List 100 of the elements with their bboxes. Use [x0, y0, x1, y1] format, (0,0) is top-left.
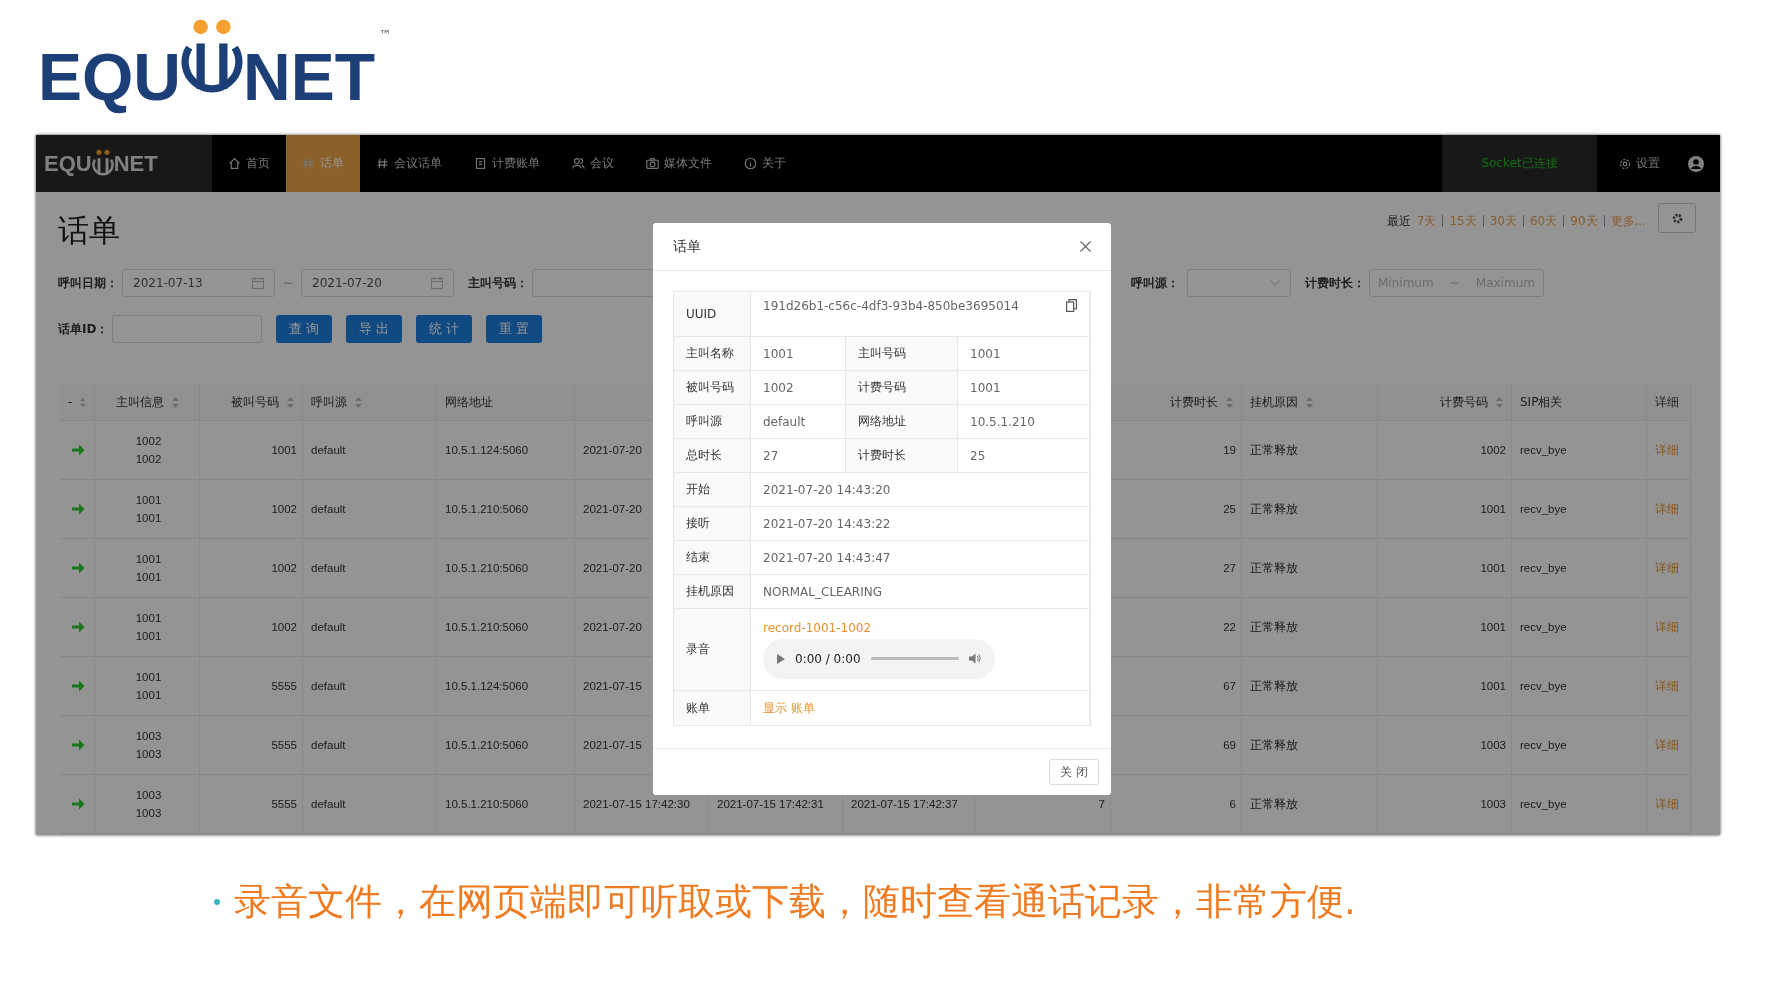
settings-button[interactable]: 设置 — [1597, 135, 1682, 192]
calendar-icon — [252, 277, 264, 289]
seek-bar[interactable] — [870, 657, 959, 660]
table-cell: 1002 — [1378, 421, 1512, 480]
logo-text: EQU — [44, 150, 92, 177]
sort-icon[interactable] — [171, 396, 179, 408]
detail-link[interactable]: 详细 — [1655, 796, 1679, 812]
field-label: 结束 — [674, 541, 751, 575]
table-cell: 10.5.1.210:5060 — [437, 480, 575, 539]
column-header[interactable]: - — [60, 384, 95, 421]
select-field[interactable] — [1187, 269, 1291, 297]
sort-icon[interactable] — [1496, 396, 1503, 408]
detail-link[interactable]: 详细 — [1655, 501, 1679, 517]
detail-link[interactable]: 详细 — [1655, 678, 1679, 694]
settings-icon — [1619, 157, 1631, 170]
field-label: 主叫号码 — [846, 337, 958, 371]
table-cell: 1001 — [200, 421, 303, 480]
range-link[interactable]: 30天 — [1489, 212, 1517, 230]
caller-name: 1002 — [135, 434, 162, 449]
caller-name: 1001 — [135, 611, 162, 626]
detail-link[interactable]: 详细 — [1655, 442, 1679, 458]
nav-tab[interactable]: 计费账单 — [458, 135, 556, 192]
range-link[interactable]: 60天 — [1530, 212, 1558, 230]
field-value: 2021-07-20 14:43:20 — [751, 473, 1090, 507]
volume-icon[interactable] — [968, 653, 981, 664]
table-cell: default — [303, 775, 437, 834]
column-header[interactable]: 呼叫源 — [303, 384, 437, 421]
table-cell: default — [303, 657, 437, 716]
detail-link[interactable]: 详细 — [1655, 619, 1679, 635]
caller-number: 1003 — [135, 747, 162, 762]
date-field[interactable]: 2021-07-13 — [122, 269, 275, 297]
field-label: 主叫名称 — [674, 337, 751, 371]
field-value: NORMAL_CLEARING — [751, 575, 1090, 609]
table-cell: 10.5.1.210:5060 — [437, 716, 575, 775]
people-icon — [572, 157, 585, 170]
sort-icon[interactable] — [355, 396, 362, 408]
sort-icon[interactable] — [287, 396, 294, 408]
range-label: 最近 — [1386, 212, 1411, 230]
table-cell: default — [303, 539, 437, 598]
table-cell: 1003 — [1378, 716, 1512, 775]
column-header[interactable]: 被叫号码 — [200, 384, 303, 421]
settings-button[interactable] — [1658, 203, 1696, 233]
audio-player[interactable]: 0:00 / 0:00 — [763, 638, 995, 679]
table-cell: 正常释放 — [1242, 480, 1378, 539]
info-icon — [744, 157, 757, 170]
date-value: 2021-07-13 — [133, 276, 203, 290]
range-link[interactable]: 更多... — [1610, 212, 1646, 230]
nav-tab[interactable]: 媒体文件 — [630, 135, 728, 192]
column-label: 计费时长 — [1170, 393, 1218, 411]
nav-tab[interactable]: 话单 — [286, 135, 360, 192]
nav-tab[interactable]: 关于 — [728, 135, 802, 192]
nav-tab[interactable]: 会议话单 — [360, 135, 458, 192]
recording-link[interactable]: record-1001-1002 — [763, 620, 872, 635]
copy-icon[interactable] — [1066, 299, 1077, 312]
column-header[interactable]: 挂机原因 — [1242, 384, 1378, 421]
sort-icon[interactable] — [1306, 396, 1313, 408]
filter-label: 呼叫日期： — [58, 274, 118, 292]
field-label: 总时长 — [674, 439, 751, 473]
table-cell: recv_bye — [1512, 480, 1647, 539]
table-cell: recv_bye — [1512, 775, 1647, 834]
action-button[interactable]: 查 询 — [276, 315, 333, 343]
column-header[interactable]: 主叫信息 — [95, 384, 200, 421]
column-header[interactable]: 计费时长 — [1111, 384, 1242, 421]
table-cell: 正常释放 — [1242, 421, 1378, 480]
action-button[interactable]: 统 计 — [416, 315, 473, 343]
user-icon[interactable] — [1688, 155, 1704, 172]
column-label: - — [68, 395, 73, 409]
range-link[interactable]: 15天 — [1449, 212, 1477, 230]
sort-icon[interactable] — [80, 396, 86, 408]
arrow-icon — [72, 503, 85, 515]
sort-icon[interactable] — [1226, 396, 1233, 408]
table-cell: 5555 — [200, 657, 303, 716]
play-icon[interactable] — [777, 653, 785, 664]
range-link[interactable]: 7天 — [1416, 212, 1437, 230]
detail-link[interactable]: 详细 — [1655, 560, 1679, 576]
field-value: 1001 — [958, 371, 1090, 405]
date-field[interactable]: 2021-07-20 — [301, 269, 455, 297]
close-button[interactable] — [1080, 241, 1091, 252]
field-label: 挂机原因 — [674, 575, 751, 609]
range-separator: ~ — [283, 276, 294, 290]
column-header[interactable]: 计费号码 — [1378, 384, 1512, 421]
action-button[interactable]: 重 置 — [486, 315, 543, 343]
table-cell: 1001 — [1378, 598, 1512, 657]
nav-tab[interactable]: 首页 — [212, 135, 286, 192]
action-button[interactable]: 导 出 — [346, 315, 403, 343]
bullet-icon — [214, 899, 220, 905]
bill-link[interactable]: 显示 账单 — [763, 699, 815, 717]
range-separator: ~ — [1449, 276, 1460, 290]
table-cell: default — [303, 598, 437, 657]
column-label: 被叫号码 — [231, 393, 279, 411]
camera-icon — [646, 157, 659, 170]
field-label: 录音 — [674, 609, 751, 691]
detail-link[interactable]: 详细 — [1655, 737, 1679, 753]
close-button[interactable]: 关 闭 — [1049, 759, 1099, 785]
table-cell: default — [303, 716, 437, 775]
range-link[interactable]: 90天 — [1570, 212, 1598, 230]
table-cell: 10.5.1.210:5060 — [437, 539, 575, 598]
filter-label: 计费时长： — [1305, 274, 1365, 292]
nav-tab[interactable]: 会议 — [556, 135, 630, 192]
field-label: 开始 — [674, 473, 751, 507]
